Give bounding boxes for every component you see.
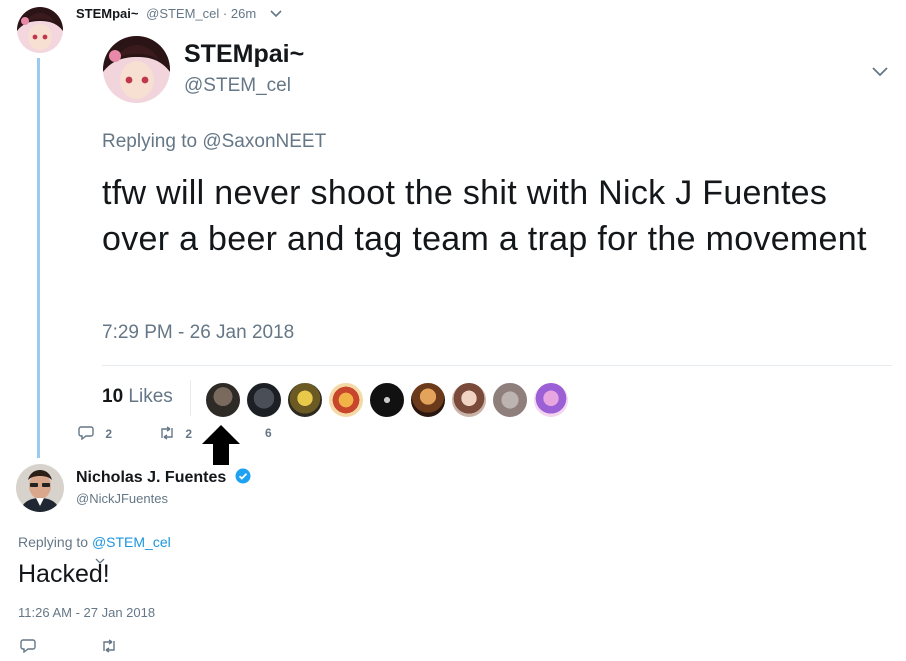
liker-avatar[interactable]: [532, 381, 570, 419]
reply-replying-to: Replying to @STEM_cel: [18, 534, 171, 550]
expanded-tweet-text: tfw will never shoot the shit with Nick …: [102, 174, 867, 258]
thread-connector-line: [37, 58, 40, 458]
liker-avatar[interactable]: [409, 381, 447, 419]
expanded-timestamp[interactable]: 7:29 PM - 26 Jan 2018: [102, 322, 294, 344]
nick-avatar[interactable]: [16, 464, 64, 512]
reply-icon: [78, 426, 97, 441]
likes-count[interactable]: 10 Likes: [102, 386, 173, 408]
expanded-display-name[interactable]: STEMpai~: [184, 40, 304, 69]
reply-timestamp[interactable]: 11:26 AM - 27 Jan 2018: [18, 605, 155, 620]
reply-author-row: Nicholas J. Fuentes: [76, 468, 251, 489]
liker-avatar[interactable]: [368, 381, 406, 419]
liker-avatar[interactable]: [327, 381, 365, 419]
reply-count: 2: [105, 427, 113, 441]
top-tweet-header: STEMpai~ @STEM_cel · 26m: [76, 6, 282, 21]
expanded-replying-to: Replying to @SaxonNEET: [102, 131, 326, 153]
stempai-avatar-small[interactable]: [17, 7, 63, 53]
retweet-action[interactable]: 2: [158, 426, 192, 441]
retweet-icon[interactable]: [100, 639, 118, 658]
like-action[interactable]: 6: [265, 426, 272, 440]
verified-badge-icon: [235, 468, 251, 489]
reply-action[interactable]: 2: [78, 426, 112, 441]
stempai-avatar-large[interactable]: [103, 36, 170, 103]
reply-display-name[interactable]: Nicholas J. Fuentes: [76, 469, 226, 486]
chevron-down-icon[interactable]: [270, 6, 282, 21]
likes-label: Likes: [128, 386, 173, 407]
reply-replying-to-link[interactable]: @STEM_cel: [92, 534, 171, 550]
chevron-down-icon[interactable]: [872, 64, 888, 82]
top-handle[interactable]: @STEM_cel: [146, 6, 219, 21]
replying-prefix: Replying to: [102, 131, 198, 152]
liker-avatar[interactable]: [286, 381, 324, 419]
liker-avatar[interactable]: [491, 381, 529, 419]
top-separator: ·: [222, 6, 228, 21]
liker-avatar[interactable]: [204, 381, 242, 419]
top-display-name[interactable]: STEMpai~: [76, 6, 139, 21]
top-time-ago[interactable]: 26m: [231, 6, 256, 21]
reply-icon[interactable]: [20, 639, 36, 658]
arrow-up-icon: [202, 425, 240, 470]
retweet-count: 2: [185, 427, 193, 441]
reply-replying-prefix: Replying to: [18, 534, 89, 550]
likes-number: 10: [102, 386, 124, 407]
likes-divider: [190, 380, 191, 416]
divider: [102, 365, 892, 366]
reply-tweet-text: Hacked!: [18, 560, 110, 588]
like-count: 6: [265, 426, 272, 440]
replying-to-link[interactable]: @SaxonNEET: [202, 131, 326, 152]
retweet-icon: [158, 426, 179, 441]
liker-avatar[interactable]: [450, 381, 488, 419]
reply-handle[interactable]: @NickJFuentes: [76, 491, 168, 506]
expanded-handle[interactable]: @STEM_cel: [184, 75, 291, 97]
liker-avatar[interactable]: [245, 381, 283, 419]
